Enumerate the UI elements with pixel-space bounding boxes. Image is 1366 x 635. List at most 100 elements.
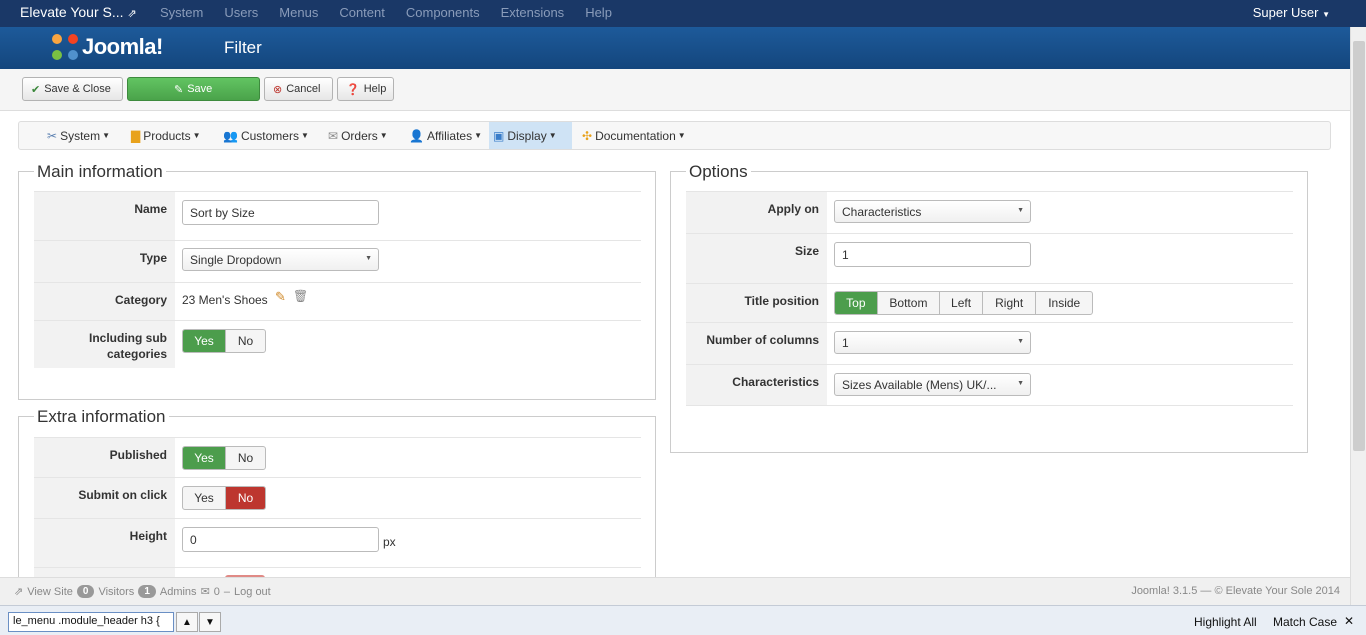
footer-text: Joomla! 3.1.5 — © Elevate Your Sole 2014 (1131, 585, 1340, 597)
published-toggle: Yes No (182, 446, 266, 470)
sub-categories-row: Including sub categories Yes No (34, 320, 641, 368)
page-scrollbar[interactable] (1350, 27, 1366, 605)
menu-menus[interactable]: Menus (279, 5, 318, 20)
sub-categories-no[interactable]: No (226, 330, 265, 352)
check-icon: ✔ (31, 83, 41, 96)
joomla-mark-icon (52, 34, 78, 60)
apply-on-select[interactable]: Characteristics (834, 200, 1031, 223)
submenu-affiliates[interactable]: 👤 Affiliates ▼ (405, 122, 486, 149)
separator: – (223, 585, 231, 598)
admin-menu: System Users Menus Content Components Ex… (160, 5, 633, 20)
highlight-all-button[interactable]: Highlight All (1194, 615, 1257, 629)
site-link[interactable]: Elevate Your S... ⇗ (20, 4, 137, 20)
submenu-display[interactable]: ▣ Display ▼ (489, 122, 572, 149)
caret-down-icon: ▼ (192, 131, 201, 140)
name-row: Name Sort by Size (34, 191, 641, 240)
apply-on-row: Apply on Characteristics (686, 191, 1293, 233)
menu-content[interactable]: Content (339, 5, 385, 20)
page-header: Joomla! Filter (0, 27, 1350, 69)
save-button[interactable]: ✎ Save (127, 77, 260, 101)
submit-on-click-no[interactable]: No (226, 487, 265, 509)
user-name[interactable]: Super User (1253, 5, 1319, 20)
save-close-button[interactable]: ✔ Save & Close (22, 77, 123, 101)
submenu-system[interactable]: ✂ System ▼ (43, 122, 114, 149)
extra-information-legend: Extra information (34, 407, 169, 427)
submenu-documentation[interactable]: ✣ Documentation ▼ (578, 122, 690, 149)
height-input[interactable]: 0 (182, 527, 379, 552)
main-information-fieldset: Main information Name Sort by Size Type … (18, 162, 656, 400)
submenu-orders-label: Orders (341, 128, 378, 143)
status-bar: ⇗ View Site 0 Visitors 1 Admins ✉ 0 – Lo… (0, 577, 1350, 605)
cancel-icon: ⊗ (273, 83, 283, 96)
submenu-orders[interactable]: ✉ Orders ▼ (324, 122, 392, 149)
site-title[interactable]: Elevate Your S... (20, 4, 124, 20)
submenu-products[interactable]: ▇ Products ▼ (127, 122, 205, 149)
published-no[interactable]: No (226, 447, 265, 469)
submenu-customers[interactable]: 👥 Customers ▼ (219, 122, 313, 149)
external-link-icon: ⇗ (127, 8, 137, 20)
category-value: 23 Men's Shoes (182, 293, 268, 307)
category-label: Category (34, 283, 175, 320)
logout-link[interactable]: Log out (234, 586, 271, 598)
menu-system[interactable]: System (160, 5, 203, 20)
cancel-button[interactable]: ⊗ Cancel (264, 77, 333, 101)
messages-count: 0 (213, 585, 220, 598)
menu-help[interactable]: Help (585, 5, 612, 20)
title-position-top[interactable]: Top (835, 292, 878, 314)
find-next-button[interactable]: ▼ (199, 612, 221, 632)
characteristics-row: Characteristics Sizes Available (Mens) U… (686, 364, 1293, 406)
menu-users[interactable]: Users (224, 5, 258, 20)
title-position-bottom[interactable]: Bottom (878, 292, 941, 314)
close-icon[interactable]: ✕ (1344, 614, 1354, 628)
menu-components[interactable]: Components (406, 5, 480, 20)
height-row: Height 0 px (34, 518, 641, 567)
size-input[interactable]: 1 (834, 242, 1031, 267)
options-fieldset: Options Apply on Characteristics Size 1 … (670, 162, 1308, 453)
columns-select[interactable]: 1 (834, 331, 1031, 354)
joomla-logo: Joomla! (52, 31, 163, 63)
title-position-left[interactable]: Left (940, 292, 983, 314)
orders-icon: ✉ (328, 128, 339, 143)
menu-extensions[interactable]: Extensions (501, 5, 565, 20)
published-yes[interactable]: Yes (183, 447, 226, 469)
logo-text: Joomla! (82, 34, 163, 59)
view-site-link[interactable]: View Site (27, 586, 73, 598)
toolbar: ✔ Save & Close ✎ Save ⊗ Cancel ❓ Help (0, 69, 1350, 111)
submit-on-click-yes[interactable]: Yes (183, 487, 226, 509)
sub-categories-yes[interactable]: Yes (183, 330, 226, 352)
submenu-documentation-label: Documentation (595, 128, 676, 143)
name-input[interactable]: Sort by Size (182, 200, 379, 225)
size-row: Size 1 (686, 233, 1293, 283)
type-select[interactable]: Single Dropdown (182, 248, 379, 271)
columns-row: Number of columns 1 (686, 322, 1293, 364)
question-icon: ❓ (346, 83, 360, 96)
caret-down-icon: ▼ (677, 131, 686, 140)
title-position-inside[interactable]: Inside (1036, 292, 1092, 314)
page-title: Filter (224, 38, 262, 57)
characteristics-label: Characteristics (686, 365, 827, 405)
caret-down-icon: ▼ (1322, 10, 1330, 19)
chevron-up-icon: ▲ (182, 616, 192, 628)
type-row: Type Single Dropdown (34, 240, 641, 282)
visitors-label: Visitors (98, 585, 135, 598)
user-menu[interactable]: Super User ▼ (1253, 5, 1330, 20)
affiliates-icon: 👤 (409, 128, 424, 143)
edit-icon: ✎ (174, 83, 184, 96)
columns-label: Number of columns (686, 323, 827, 364)
find-previous-button[interactable]: ▲ (176, 612, 198, 632)
main-information-legend: Main information (34, 162, 166, 182)
title-position-right[interactable]: Right (983, 292, 1037, 314)
customers-icon: 👥 (223, 128, 238, 143)
caret-down-icon: ▼ (300, 131, 309, 140)
delete-category-icon[interactable]: 🗑 (293, 289, 308, 303)
find-input[interactable]: le_menu .module_header h3 { (8, 612, 174, 632)
edit-category-icon[interactable]: ✎ (275, 289, 286, 305)
characteristics-select[interactable]: Sizes Available (Mens) UK/... (834, 373, 1031, 396)
admins-badge: 1 (138, 585, 156, 598)
save-close-label: Save & Close (44, 83, 111, 95)
match-case-button[interactable]: Match Case (1273, 615, 1337, 629)
scrollbar-thumb[interactable] (1353, 41, 1365, 451)
help-button[interactable]: ❓ Help (337, 77, 394, 101)
caret-down-icon: ▼ (548, 131, 557, 140)
type-label: Type (34, 241, 175, 282)
